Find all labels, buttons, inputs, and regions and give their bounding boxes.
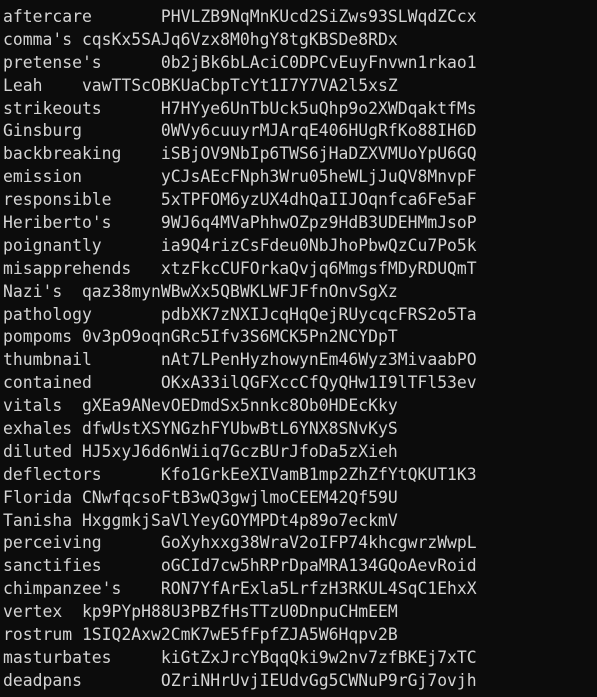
terminal-line: responsible 5xTPFOM6yzUX4dhQaIIJOqnfca6F… (3, 190, 477, 210)
terminal-output[interactable]: aftercare PHVLZB9NqMnKUcd2SiZws93SLWqdZC… (0, 0, 597, 697)
terminal-line: masturbates kiGtZxJrcYBqqQki9w2nv7zfBKEj… (3, 647, 477, 667)
terminal-line: pathology pdbXK7zNXIJcqHqQejRUycqcFRS2o5… (3, 304, 477, 324)
terminal-line: Tanisha HxggmkjSaVlYeyGOYMPDt4p89o7eckmV (3, 510, 398, 530)
terminal-line: pompoms 0v3pO9oqnGRc5Ifv3S6MCK5Pn2NCYDpT (3, 327, 398, 347)
terminal-line: vertex kp9PYpH88U3PBZfHsTTzU0DnpuCHmEEM (3, 602, 398, 622)
terminal-line: perceiving GoXyhxxg38WraV2oIFP74khcgwrzW… (3, 533, 477, 553)
terminal-line: aftercare PHVLZB9NqMnKUcd2SiZws93SLWqdZC… (3, 7, 477, 26)
terminal-line: diluted HJ5xyJ6d6nWiiq7GczBUrJfoDa5zXieh (3, 441, 398, 461)
terminal-line: Florida CNwfqcsoFtB3wQ3gwjlmoCEEM42Qf59U (3, 487, 398, 507)
terminal-line: pretense's 0b2jBk6bLAciC0DPCvEuyFnvwn1rk… (3, 52, 477, 72)
terminal-line: vitals gXEa9ANevOEDmdSx5nnkc8Ob0HDEcKky (3, 396, 398, 416)
terminal-line: Heriberto's 9WJ6q4MVaPhhwOZpz9HdB3UDEHMm… (3, 213, 477, 233)
terminal-line: Leah vawTTScOBKUaCbpTcYt1I7Y7VA2l5xsZ (3, 75, 398, 95)
terminal-line: backbreaking iSBjOV9NbIp6TWS6jHaDZXVMUoY… (3, 144, 477, 164)
terminal-line: thumbnail nAt7LPenHyzhowynEm46Wyz3Mivaab… (3, 350, 477, 370)
terminal-line: rostrum 1SIQ2Axw2CmK7wE5fFpfZJA5W6Hqpv2B (3, 625, 398, 645)
terminal-line: chimpanzee's RON7YfArExla5LrfzH3RKUL4SqC… (3, 579, 477, 599)
terminal-line: poignantly ia9Q4rizCsFdeu0NbJhoPbwQzCu7P… (3, 235, 477, 255)
terminal-line: contained OKxA33ilQGFXccCfQyQHw1I9lTFl53… (3, 373, 477, 393)
terminal-line: deflectors Kfo1GrkEeXIVamB1mp2ZhZfYtQKUT… (3, 464, 477, 484)
terminal-line: misapprehends xtzFkcCUFOrkaQvjq6MmgsfMDy… (3, 258, 477, 278)
terminal-line: Nazi's qaz38mynWBwXx5QBWKLWFJFfnOnvSgXz (3, 281, 398, 301)
terminal-line: sanctifies oGCId7cw5hRPrDpaMRA134GQoAevR… (3, 556, 477, 576)
terminal-line: Ginsburg 0WVy6cuuyrMJArqE406HUgRfKo88IH6… (3, 121, 477, 141)
terminal-line: deadpans OZriNHrUvjIEUdvGg5CWNuP9rGj7ovj… (3, 670, 477, 690)
terminal-line: exhales dfwUstXSYNGzhFYUbwBtL6YNX8SNvKyS (3, 419, 398, 439)
terminal-line: comma's cqsKx5SAJq6Vzx8M0hgY8tgKBSDe8RDx (3, 29, 398, 49)
terminal-line: strikeouts H7HYye6UnTbUck5uQhp9o2XWDqakt… (3, 98, 477, 118)
terminal-line: emission yCJsAEcFNph3Wru05heWLjJuQV8Mnvp… (3, 167, 477, 187)
